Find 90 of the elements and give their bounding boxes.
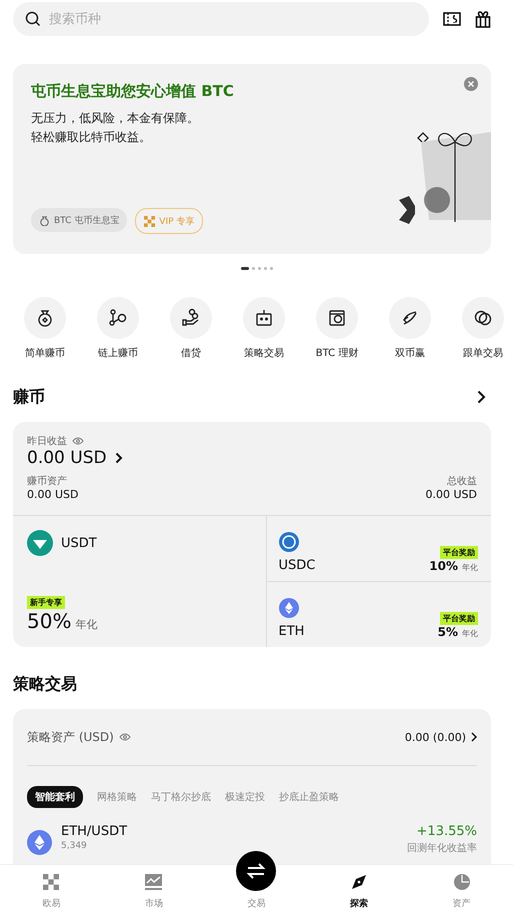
gift-icon[interactable] xyxy=(475,10,491,28)
assets-label: 赚币资产 xyxy=(27,474,68,488)
product-tile[interactable]: USDT 新手专享 50% 年化 xyxy=(13,516,266,647)
return-label: 回测年化收益率 xyxy=(407,842,477,855)
chevron-right-icon[interactable] xyxy=(471,732,477,742)
promo-badge: 平台奖励 xyxy=(440,612,478,625)
strategy-assets-label: 策略资产 (USD) xyxy=(27,728,114,746)
search-icon xyxy=(25,11,41,27)
user-count: 5,349 xyxy=(61,841,88,851)
close-icon[interactable] xyxy=(464,77,478,91)
vip-icon xyxy=(144,216,156,226)
nodes-icon xyxy=(108,308,128,328)
carousel-dot[interactable] xyxy=(258,267,260,270)
promo-badge: 新手专享 xyxy=(27,596,65,609)
strategy-tab[interactable]: 网格策略 xyxy=(97,787,137,807)
strategy-tab[interactable]: 抄底止盈策略 xyxy=(279,787,339,807)
carousel-dot[interactable] xyxy=(270,267,272,270)
ticket-icon[interactable] xyxy=(443,11,461,27)
chevron-right-icon[interactable] xyxy=(477,390,486,404)
total-label: 总收益 xyxy=(447,474,477,488)
product-tile[interactable]: ETH 平台奖励 5% 年化 xyxy=(266,581,491,647)
carousel-dot[interactable] xyxy=(252,267,254,270)
nav-label[interactable]: 资产 xyxy=(452,897,471,910)
coin-icon xyxy=(27,530,53,556)
action-label: 策略交易 xyxy=(244,346,284,360)
banner-tag: BTC 屯币生息宝 xyxy=(31,208,128,232)
product-tile[interactable]: USDC 平台奖励 10% 年化 xyxy=(266,516,491,581)
nav-label[interactable]: 市场 xyxy=(144,897,163,910)
coin-name: USDC xyxy=(278,558,316,573)
eye-icon[interactable] xyxy=(118,733,131,741)
search-bar[interactable]: 搜索币种 xyxy=(13,2,429,36)
action-button[interactable] xyxy=(97,297,139,339)
action-button[interactable] xyxy=(316,297,358,339)
nav-label[interactable]: 探索 xyxy=(350,897,368,910)
banner-title: 屯币生息宝助您安心增值 BTC xyxy=(31,82,234,101)
return-value: +13.55% xyxy=(416,824,477,839)
yesterday-label: 昨日收益 xyxy=(27,435,67,448)
rate-value: 5% xyxy=(438,625,458,639)
action-label: 链上赚币 xyxy=(98,346,138,360)
rate-unit: 年化 xyxy=(462,628,478,639)
action-label: BTC 理财 xyxy=(316,346,358,360)
action-button[interactable] xyxy=(389,297,431,339)
compass-icon[interactable] xyxy=(351,874,368,890)
action-label: 简单赚币 xyxy=(25,346,65,360)
coin-icon xyxy=(278,598,298,618)
yesterday-value: 0.00 USD xyxy=(27,448,107,468)
search-field[interactable]: 搜索币种 xyxy=(49,4,417,34)
action-button[interactable] xyxy=(243,297,285,339)
nav-label[interactable]: 交易 xyxy=(247,897,266,910)
assets-value: 0.00 USD xyxy=(27,488,78,501)
chevron-right-icon[interactable] xyxy=(114,452,123,464)
coin-icon xyxy=(278,532,298,552)
rate-value: 50% xyxy=(27,609,72,633)
hand-coins-icon xyxy=(181,308,201,328)
robot-icon xyxy=(254,308,274,328)
pair-name: ETH/USDT xyxy=(61,824,128,839)
action-label: 跟单交易 xyxy=(463,346,503,360)
coin-bag-icon xyxy=(39,214,50,226)
rate-unit: 年化 xyxy=(462,562,478,573)
action-button[interactable] xyxy=(24,297,66,339)
grid-logo-icon[interactable] xyxy=(43,874,60,890)
banner-text: 无压力，低风险，本金有保障。 xyxy=(31,110,200,127)
coin-name: ETH xyxy=(278,624,304,639)
action-label: 双币赢 xyxy=(395,346,425,360)
chart-icon[interactable] xyxy=(145,874,162,890)
action-label: 借贷 xyxy=(181,346,201,360)
coin-icon xyxy=(27,830,52,855)
pie-chart-icon[interactable] xyxy=(454,874,470,890)
banner-tag: VIP 专享 xyxy=(135,208,204,234)
total-value: 0.00 USD xyxy=(426,488,477,501)
nav-label[interactable]: 欧易 xyxy=(42,897,60,910)
promo-badge: 平台奖励 xyxy=(440,546,478,559)
action-button[interactable] xyxy=(462,297,504,339)
trade-button[interactable] xyxy=(236,851,276,891)
section-title: 赚币 xyxy=(13,386,45,408)
eye-icon[interactable] xyxy=(72,437,84,445)
strategy-assets-value: 0.00 (0.00) xyxy=(404,730,466,744)
section-title: 策略交易 xyxy=(13,674,77,694)
strategy-tab[interactable]: 极速定投 xyxy=(225,787,265,807)
strategy-tab[interactable]: 智能套利 xyxy=(27,786,83,808)
banner-text: 轻松赚取比特币收益。 xyxy=(31,129,152,146)
promo-banner[interactable]: 屯币生息宝助您安心增值 BTC 无压力，低风险，本金有保障。 轻松赚取比特币收益。 BTC 屯币生息宝 VIP 专享 xyxy=(13,64,491,254)
rate-value: 10% xyxy=(429,559,458,573)
strategy-tab[interactable]: 马丁格尔抄底 xyxy=(151,787,211,807)
coin-name: USDT xyxy=(61,536,97,550)
action-button[interactable] xyxy=(170,297,212,339)
carousel-dot[interactable] xyxy=(264,267,266,270)
rate-unit: 年化 xyxy=(75,617,98,632)
safe-icon xyxy=(327,308,347,328)
circles-icon xyxy=(473,308,493,328)
